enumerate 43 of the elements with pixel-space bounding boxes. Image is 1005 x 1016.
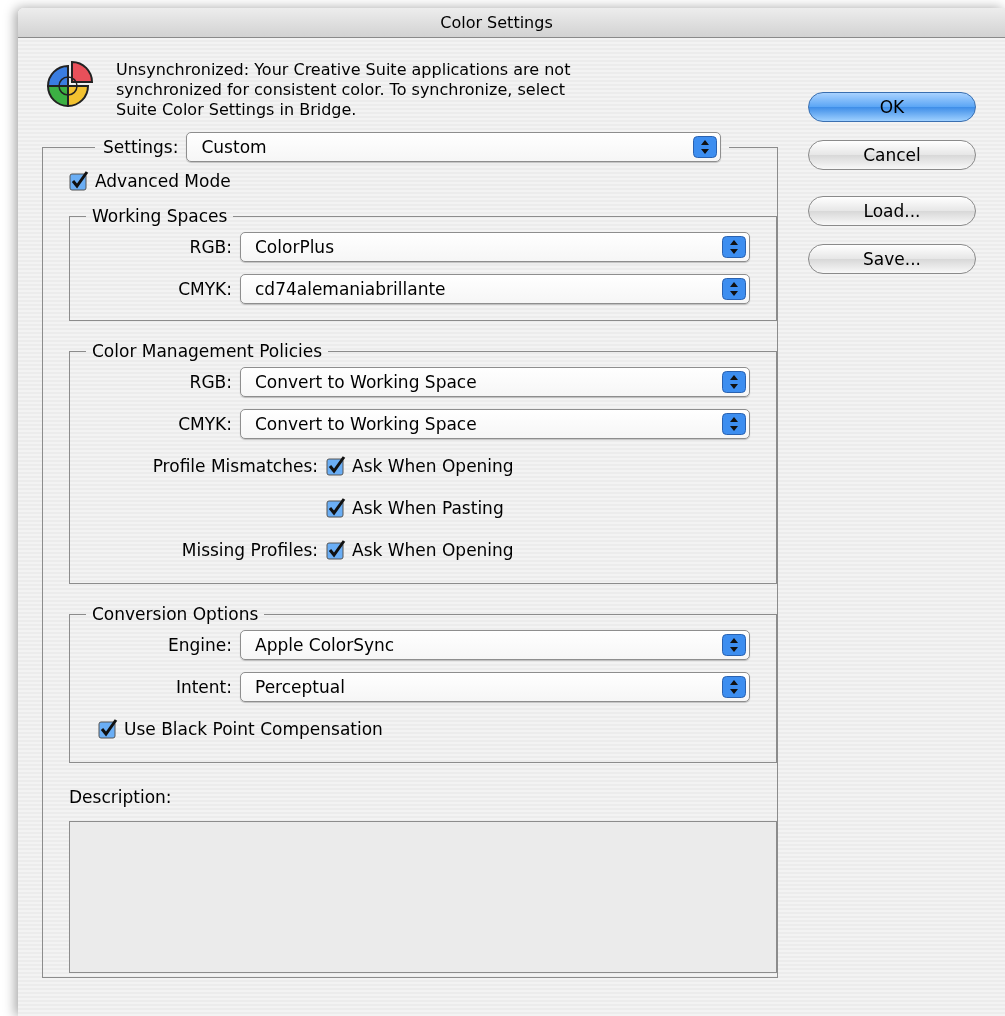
stepper-icon [722, 236, 746, 258]
checkbox[interactable] [326, 456, 346, 476]
dialog-button[interactable]: OK [808, 92, 976, 122]
field-label: CMYK: [177, 414, 233, 434]
field-label: RGB: [188, 237, 233, 257]
checkbox-label: Advanced Mode [95, 171, 231, 191]
checkbox-label: Ask When Opening [352, 456, 514, 476]
field-label: Missing Profiles: [180, 540, 319, 560]
dropdown[interactable]: Apple ColorSync [240, 630, 750, 660]
field-label: CMYK: [177, 279, 233, 299]
checkbox[interactable] [98, 719, 118, 739]
field-label: RGB: [188, 372, 233, 392]
checkbox[interactable] [326, 540, 346, 560]
sync-message: Unsynchronized: Your Creative Suite applications are not synchronized for consistent color. To synchronize, select Suite Color Settings in Bridge. [116, 60, 572, 120]
checkbox[interactable] [69, 171, 89, 191]
group-title: Conversion Options [91, 604, 260, 624]
stepper-icon [722, 413, 746, 435]
settings-label: Settings: [103, 137, 179, 157]
stepper-icon [722, 634, 746, 656]
dropdown[interactable]: ColorPlus [240, 232, 750, 262]
field-label: Engine: [167, 635, 233, 655]
dialog-button[interactable]: Cancel [808, 140, 976, 170]
window-title: Color Settings [440, 13, 553, 32]
dropdown[interactable]: Convert to Working Space [240, 367, 750, 397]
stepper-icon [722, 676, 746, 698]
checkbox-label: Ask When Opening [352, 540, 514, 560]
stepper-icon [722, 371, 746, 393]
checkbox[interactable] [326, 498, 346, 518]
dialog-button[interactable]: Save... [808, 244, 976, 274]
settings-dropdown[interactable]: Custom [186, 132, 722, 162]
checkbox-label: Use Black Point Compensation [124, 719, 383, 739]
dialog-button[interactable]: Load... [808, 196, 976, 226]
field-label: Profile Mismatches: [151, 456, 319, 476]
stepper-icon [722, 278, 746, 300]
checkbox-label: Ask When Pasting [352, 498, 504, 518]
field-label: Intent: [174, 677, 233, 697]
group-title: Color Management Policies [91, 341, 324, 361]
dropdown[interactable]: Perceptual [240, 672, 750, 702]
dropdown[interactable]: Convert to Working Space [240, 409, 750, 439]
description-label: Description: [69, 787, 173, 807]
dropdown[interactable]: cd74alemaniabrillante [240, 274, 750, 304]
stepper-icon [693, 136, 718, 158]
group-title: Working Spaces [91, 206, 229, 226]
